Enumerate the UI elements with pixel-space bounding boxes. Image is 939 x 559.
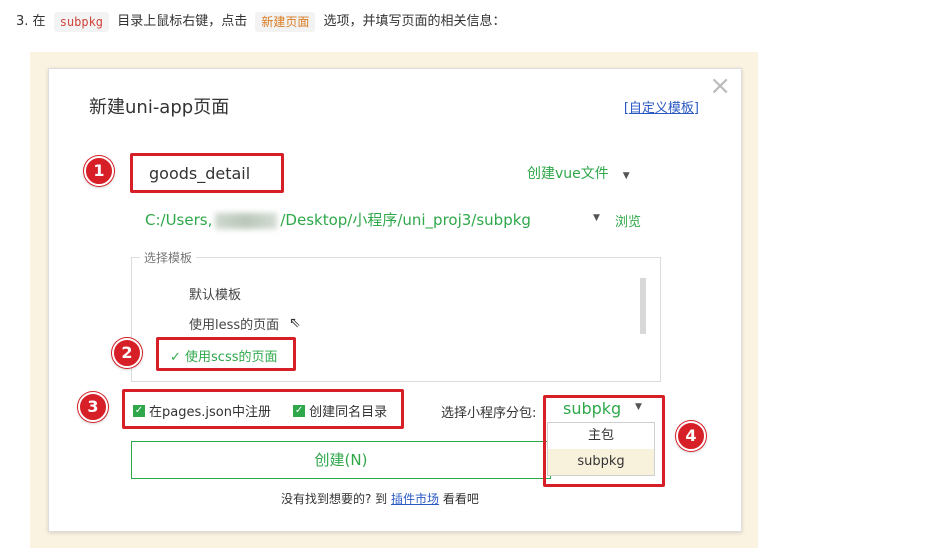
path-input[interactable]: C:/Users, /Desktop/小程序/uni_proj3/subpkg bbox=[145, 209, 645, 230]
highlight-page-name bbox=[130, 153, 284, 193]
template-scrollbar[interactable] bbox=[640, 278, 646, 334]
close-icon[interactable]: × bbox=[709, 73, 731, 99]
highlight-scss-template bbox=[156, 337, 296, 371]
caret-down-icon: ▼ bbox=[622, 171, 630, 181]
mouse-cursor-icon: ⇖ bbox=[289, 315, 301, 331]
callout-badge-2: 2 bbox=[112, 338, 142, 368]
callout-badge-4: 4 bbox=[676, 421, 706, 451]
custom-template-link[interactable]: [自定义模板] bbox=[624, 97, 699, 116]
path-caret-down-icon[interactable]: ▼ bbox=[593, 213, 600, 223]
subpackage-label: 选择小程序分包: bbox=[441, 406, 537, 421]
dialog-title: 新建uni-app页面 bbox=[89, 97, 230, 118]
footer-tail: 看看吧 bbox=[442, 492, 479, 506]
highlight-checkboxes bbox=[122, 389, 404, 429]
footer-text: 没有找到想要的? 到 bbox=[281, 492, 388, 506]
create-button[interactable]: 创建(N) bbox=[131, 441, 551, 479]
plugin-market-link[interactable]: 插件市场 bbox=[391, 492, 439, 506]
template-item-default[interactable]: 默认模板 bbox=[189, 284, 241, 303]
code-new-page: 新建页面 bbox=[255, 12, 316, 32]
callout-badge-1: 1 bbox=[84, 156, 114, 186]
path-suffix: /Desktop/小程序/uni_proj3/subpkg bbox=[280, 211, 531, 229]
step-prefix: 3. 在 bbox=[16, 14, 46, 29]
path-prefix: C:/Users, bbox=[145, 211, 213, 229]
blurred-username bbox=[215, 212, 278, 229]
step-mid-text: 目录上鼠标右键，点击 bbox=[117, 14, 248, 29]
instruction-line: 3. 在 subpkg 目录上鼠标右键，点击 新建页面 选项，并填写页面的相关信… bbox=[16, 12, 506, 32]
dialog-footer: 没有找到想要的? 到 插件市场 看看吧 bbox=[281, 490, 479, 507]
vue-select-label: 创建vue文件 bbox=[527, 166, 609, 182]
template-legend: 选择模板 bbox=[140, 249, 197, 266]
highlight-subpackage bbox=[543, 395, 665, 487]
vue-file-select[interactable]: 创建vue文件 ▼ bbox=[527, 163, 630, 183]
code-subpkg: subpkg bbox=[53, 12, 110, 32]
custom-template-label[interactable]: 自定义模板 bbox=[629, 101, 694, 116]
callout-badge-3: 3 bbox=[78, 392, 108, 422]
browse-button[interactable]: 浏览 bbox=[615, 211, 641, 230]
step-end-text: 选项，并填写页面的相关信息： bbox=[323, 14, 506, 29]
template-item-less[interactable]: 使用less的页面 bbox=[189, 314, 279, 333]
